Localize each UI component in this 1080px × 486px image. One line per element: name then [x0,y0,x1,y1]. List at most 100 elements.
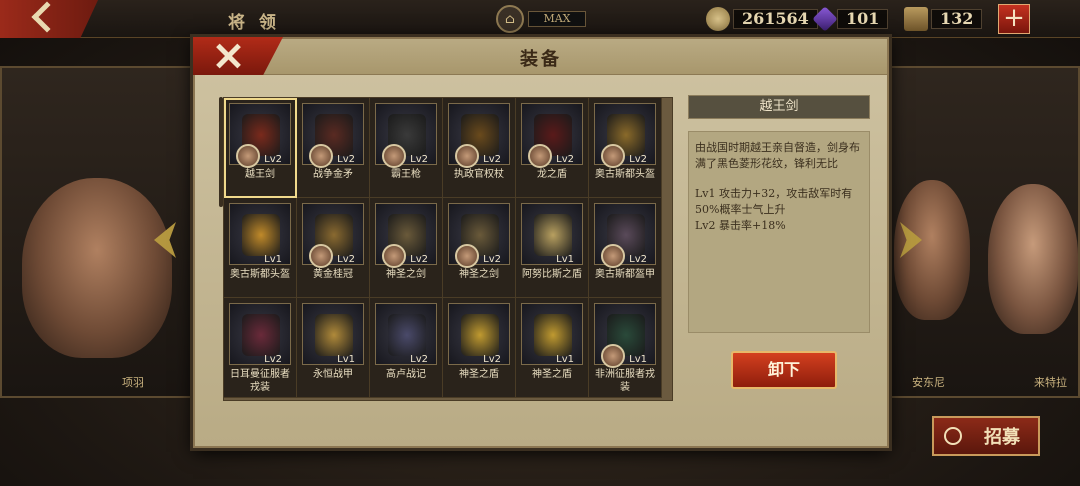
equipped-hero-avatar [601,244,625,268]
equipment-slot[interactable]: Lv1 神圣之盾 [516,298,589,398]
equipment-slot[interactable]: Lv2 神圣之盾 [443,298,516,398]
item-detail-box: 由战国时期越王亲自督造，剑身布满了黑色菱形花纹，锋利无比 Lv1 攻击力+32，… [688,131,870,333]
equipment-level: Lv2 [264,354,282,365]
equipment-level: Lv1 [556,254,574,265]
unequip-button[interactable]: 卸下 [731,351,837,389]
equipment-level: Lv2 [483,154,501,165]
equipped-hero-avatar [455,144,479,168]
equipment-thumbnail: Lv1 [229,203,291,265]
item-detail-title: 越王剑 [688,95,870,119]
equipment-thumbnail: Lv2 [229,303,291,365]
hero-portrait [22,178,172,358]
equipment-level: Lv2 [337,254,355,265]
coin-counter: 261564 [706,7,818,31]
equipment-level: Lv1 [264,254,282,265]
level-max-indicator: ⌂ MAX [496,5,586,33]
equipment-name: 奥古斯都头盔 [230,269,290,280]
equipment-grid-panel: Lv2 越王剑 Lv2 战争金矛 Lv2 霸王枪 Lv2 执政官权杖 Lv2 龙之盾 Lv2 奥古斯都… [223,97,673,401]
equipment-slot[interactable]: Lv2 执政官权杖 [443,98,516,198]
equipment-thumbnail: Lv2 [302,103,364,168]
equipment-icon [461,314,499,356]
hero-portrait [988,184,1078,334]
equipment-level: Lv1 [629,354,647,365]
equipment-name: 霸王枪 [391,169,421,180]
gem-counter: 101 [812,6,889,32]
equipment-name: 战争金矛 [313,169,353,180]
equipment-slot[interactable]: Lv1 非洲征服者戎装 [589,298,662,398]
equipment-name: 神圣之盾 [532,369,572,380]
equipment-slot[interactable]: Lv2 霸王枪 [370,98,443,198]
equipment-thumbnail: Lv1 [521,203,583,265]
hero-name-right: 安东尼 [912,376,945,389]
equipment-level: Lv2 [483,254,501,265]
equipment-name: 黄金桂冠 [313,269,353,280]
equipped-hero-avatar [382,244,406,268]
equipment-icon [242,214,280,256]
coin-icon [706,7,730,31]
gem-icon [812,6,838,32]
equipment-name: 神圣之盾 [459,369,499,380]
equipment-level: Lv2 [556,154,574,165]
equipped-hero-avatar [382,144,406,168]
dialog-title: 装备 [520,49,562,70]
equipment-icon [534,214,572,256]
hero-card-right[interactable]: 安东尼 来特拉 [886,66,1080,398]
equipment-slot[interactable]: Lv1 奥古斯都头盔 [224,198,297,298]
equipment-name: 执政官权杖 [454,169,504,180]
equipment-name: 神圣之剑 [459,269,499,280]
equipment-thumbnail: Lv2 [302,203,364,268]
equipment-name: 永恒战甲 [313,369,353,380]
back-arrow-icon [31,1,63,33]
equipment-thumbnail: Lv2 [521,103,583,168]
equipment-name: 非洲征服者戎装 [595,369,655,393]
equipped-hero-avatar [309,244,333,268]
crate-counter: 132 [904,7,983,31]
equipment-thumbnail: Lv2 [594,103,656,168]
equipped-hero-avatar [236,144,260,168]
equipment-level: Lv2 [483,354,501,365]
equipment-slot[interactable]: Lv1 阿努比斯之盾 [516,198,589,298]
game-screen: 将 领 ⌂ MAX 261564 101 132 + 项羽 安东尼 来特拉 招募… [0,0,1080,486]
crate-icon [904,7,928,31]
equipment-slot[interactable]: Lv2 神圣之剑 [370,198,443,298]
add-resource-button[interactable]: + [998,4,1030,34]
item-effect-lv1: Lv1 攻击力+32，攻击敌军时有50%概率士气上升 [695,187,853,216]
item-effect-lv2: Lv2 暴击率+18% [695,219,786,232]
equipment-level: Lv2 [410,354,428,365]
screen-title: 将 领 [228,13,280,33]
equipment-thumbnail: Lv2 [448,303,510,365]
equipped-hero-avatar [601,344,625,368]
equipment-slot[interactable]: Lv2 越王剑 [224,98,297,198]
max-label: MAX [528,11,586,27]
hero-name-left: 项羽 [122,376,144,389]
equipment-thumbnail: Lv1 [521,303,583,365]
equipment-slot[interactable]: Lv2 日耳曼征服者戎装 [224,298,297,398]
equipment-thumbnail: Lv2 [229,103,291,168]
equipment-thumbnail: Lv2 [448,203,510,268]
equipment-level: Lv2 [410,154,428,165]
equipment-slot[interactable]: Lv2 神圣之剑 [443,198,516,298]
crate-value: 132 [931,9,983,29]
hero-name-right: 来特拉 [1034,376,1067,389]
equipment-slot[interactable]: Lv2 龙之盾 [516,98,589,198]
equipped-hero-avatar [455,244,479,268]
equipment-name: 神圣之剑 [386,269,426,280]
back-button[interactable] [0,0,98,38]
equipment-thumbnail: Lv2 [375,303,437,365]
equipment-slot[interactable]: Lv2 奥古斯都盔甲 [589,198,662,298]
recruit-button[interactable]: 招募 [932,416,1040,456]
equipment-thumbnail: Lv2 [375,103,437,168]
equipment-level: Lv1 [556,354,574,365]
equipment-name: 奥古斯都头盔 [595,169,655,180]
equipment-dialog: 装备 Lv2 越王剑 Lv2 战争金矛 Lv2 霸王枪 Lv2 执政官权杖 Lv2 龙之盾 Lv2 奥… [193,37,889,448]
equipment-slot[interactable]: Lv2 奥古斯都头盔 [589,98,662,198]
equipment-thumbnail: Lv1 [594,303,656,368]
equipment-slot[interactable]: Lv2 高卢战记 [370,298,443,398]
equipment-level: Lv1 [337,354,355,365]
equipment-level: Lv2 [337,154,355,165]
equipment-slot[interactable]: Lv2 黄金桂冠 [297,198,370,298]
equipment-slot[interactable]: Lv2 战争金矛 [297,98,370,198]
equipment-slot[interactable]: Lv1 永恒战甲 [297,298,370,398]
equipped-hero-avatar [309,144,333,168]
equipment-thumbnail: Lv1 [302,303,364,365]
